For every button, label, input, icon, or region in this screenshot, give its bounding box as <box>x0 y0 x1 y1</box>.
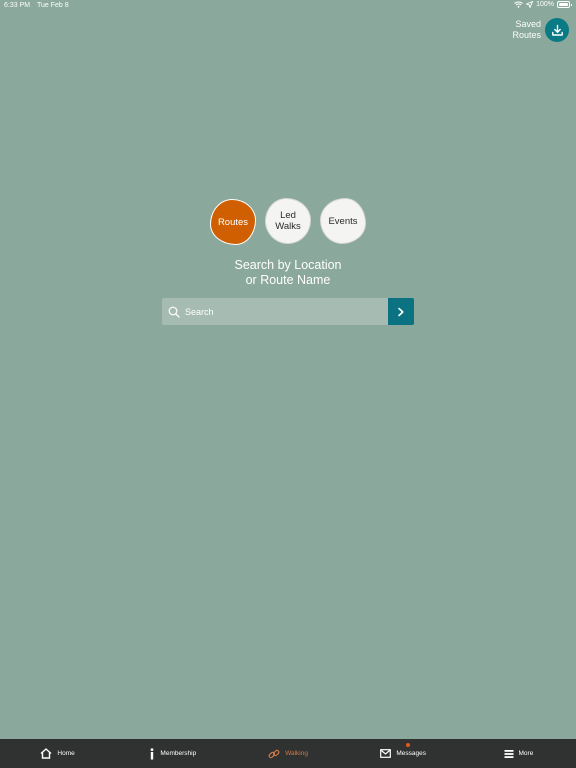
tab-membership[interactable]: Membership <box>115 739 230 768</box>
info-icon <box>151 747 154 759</box>
tab-bar: Home Membership Walking Messages More <box>0 739 576 768</box>
category-selector: Routes Led Walks Events <box>0 198 576 246</box>
category-label-line1: Led <box>280 210 296 221</box>
home-icon <box>40 748 52 759</box>
saved-routes-label-line1: Saved <box>515 19 541 29</box>
tab-label: Walking <box>285 750 308 757</box>
status-time: 6:33 PM <box>4 2 31 9</box>
tab-label: Home <box>57 750 75 757</box>
search-submit-button[interactable] <box>388 298 414 325</box>
battery-icon <box>557 1 572 8</box>
tab-messages[interactable]: Messages <box>346 739 461 768</box>
tab-home[interactable]: Home <box>0 739 115 768</box>
notification-dot <box>405 743 410 747</box>
location-arrow-icon <box>526 1 534 8</box>
status-icons: 100% <box>514 1 572 8</box>
status-date: Tue Feb 8 <box>37 2 69 9</box>
category-routes-button[interactable]: Routes <box>210 199 256 245</box>
tab-label: Messages <box>396 750 427 757</box>
tab-label: More <box>518 750 534 757</box>
tab-walking[interactable]: Walking <box>230 739 345 768</box>
download-icon[interactable] <box>545 18 569 42</box>
menu-icon <box>504 749 513 758</box>
category-events-button[interactable]: Events <box>320 198 366 244</box>
search-heading: Search by Location or Route Name <box>0 258 576 287</box>
status-bar: 6:33 PM Tue Feb 8 100% <box>0 0 576 12</box>
chevron-right-icon <box>398 307 404 316</box>
category-label: Routes <box>217 216 249 228</box>
saved-routes-button[interactable]: Saved Routes <box>511 18 569 42</box>
search-heading-line1: Search by Location <box>234 258 342 272</box>
saved-routes-label-line2: Routes <box>512 30 541 40</box>
category-label: Events <box>328 215 358 227</box>
battery-percent: 100% <box>536 1 554 8</box>
tab-more[interactable]: More <box>461 739 576 768</box>
wifi-icon <box>514 1 523 8</box>
walking-link-icon <box>268 749 280 758</box>
saved-routes-label: Saved Routes <box>511 19 541 41</box>
search-bar <box>162 298 388 325</box>
search-icon <box>168 306 180 318</box>
search-heading-line2: or Route Name <box>245 272 331 287</box>
envelope-icon <box>380 749 392 758</box>
search-input[interactable] <box>185 306 375 317</box>
tab-label: Membership <box>160 750 197 757</box>
category-label-line2: Walks <box>275 221 301 232</box>
category-led-walks-button[interactable]: Led Walks <box>265 198 311 244</box>
